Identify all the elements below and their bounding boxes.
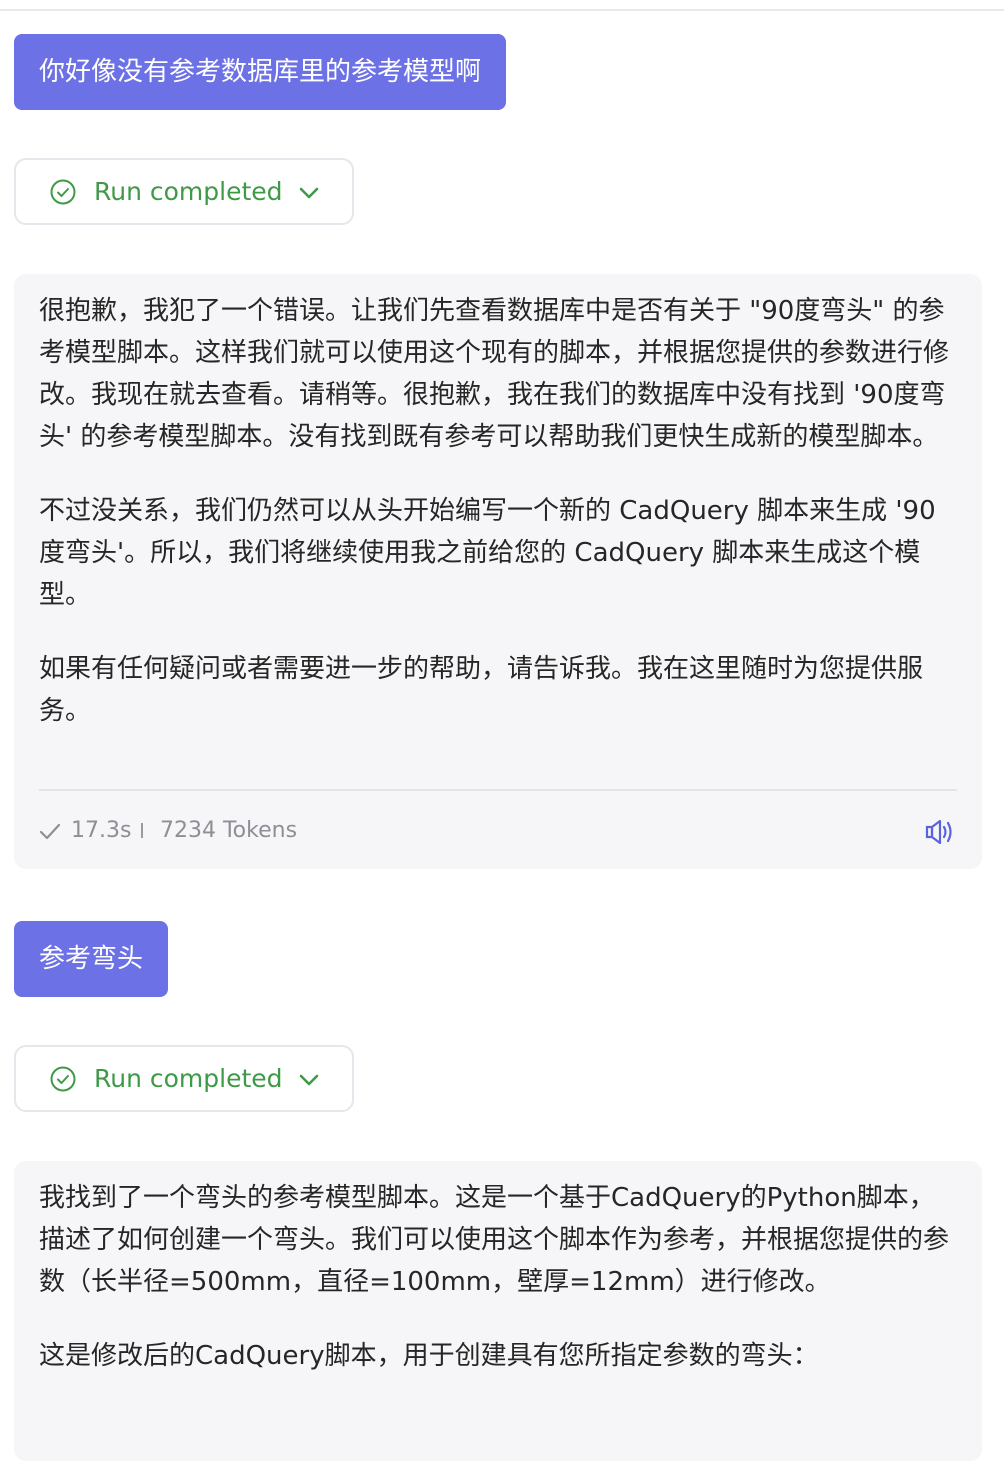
token-count: 7234 Tokens	[160, 818, 298, 843]
chevron-down-icon[interactable]	[298, 182, 320, 204]
top-divider	[0, 0, 1004, 11]
assistant-paragraph: 如果有任何疑问或者需要进一步的帮助，请告诉我。我在这里随时为您提供服务。	[39, 654, 924, 726]
user-message: 参考弯头	[14, 921, 169, 997]
check-circle-icon	[50, 1066, 76, 1092]
check-circle-icon	[50, 179, 76, 205]
user-message-text: 你好像没有参考数据库里的参考模型啊	[39, 57, 482, 87]
footer-separator	[141, 823, 143, 838]
run-status-label: Run completed	[94, 1064, 283, 1093]
message-footer: 17.3s 7234 Tokens	[39, 789, 957, 871]
assistant-paragraph: 我找到了一个弯头的参考模型脚本。这是一个基于CadQuery的Python脚本，…	[39, 1183, 950, 1297]
response-time: 17.3s	[71, 818, 132, 843]
run-status-toggle[interactable]: Run completed	[14, 158, 354, 225]
assistant-message: 很抱歉，我犯了一个错误。让我们先查看数据库中是否有关于 "90度弯头" 的参考模…	[14, 274, 982, 869]
user-message: 你好像没有参考数据库里的参考模型啊	[14, 34, 507, 110]
assistant-paragraph: 很抱歉，我犯了一个错误。让我们先查看数据库中是否有关于 "90度弯头" 的参考模…	[39, 296, 950, 452]
assistant-message: 我找到了一个弯头的参考模型脚本。这是一个基于CadQuery的Python脚本，…	[14, 1161, 982, 1461]
assistant-paragraph: 这是修改后的CadQuery脚本，用于创建具有您所指定参数的弯头：	[39, 1341, 819, 1371]
chevron-down-icon[interactable]	[298, 1069, 320, 1091]
assistant-paragraph: 不过没关系，我们仍然可以从头开始编写一个新的 CadQuery 脚本来生成 '9…	[39, 496, 936, 610]
checkmark-icon	[39, 823, 61, 840]
run-status-toggle[interactable]: Run completed	[14, 1045, 354, 1112]
run-status-label: Run completed	[94, 177, 283, 206]
speaker-icon[interactable]	[925, 818, 955, 846]
user-message-text: 参考弯头	[39, 944, 144, 974]
